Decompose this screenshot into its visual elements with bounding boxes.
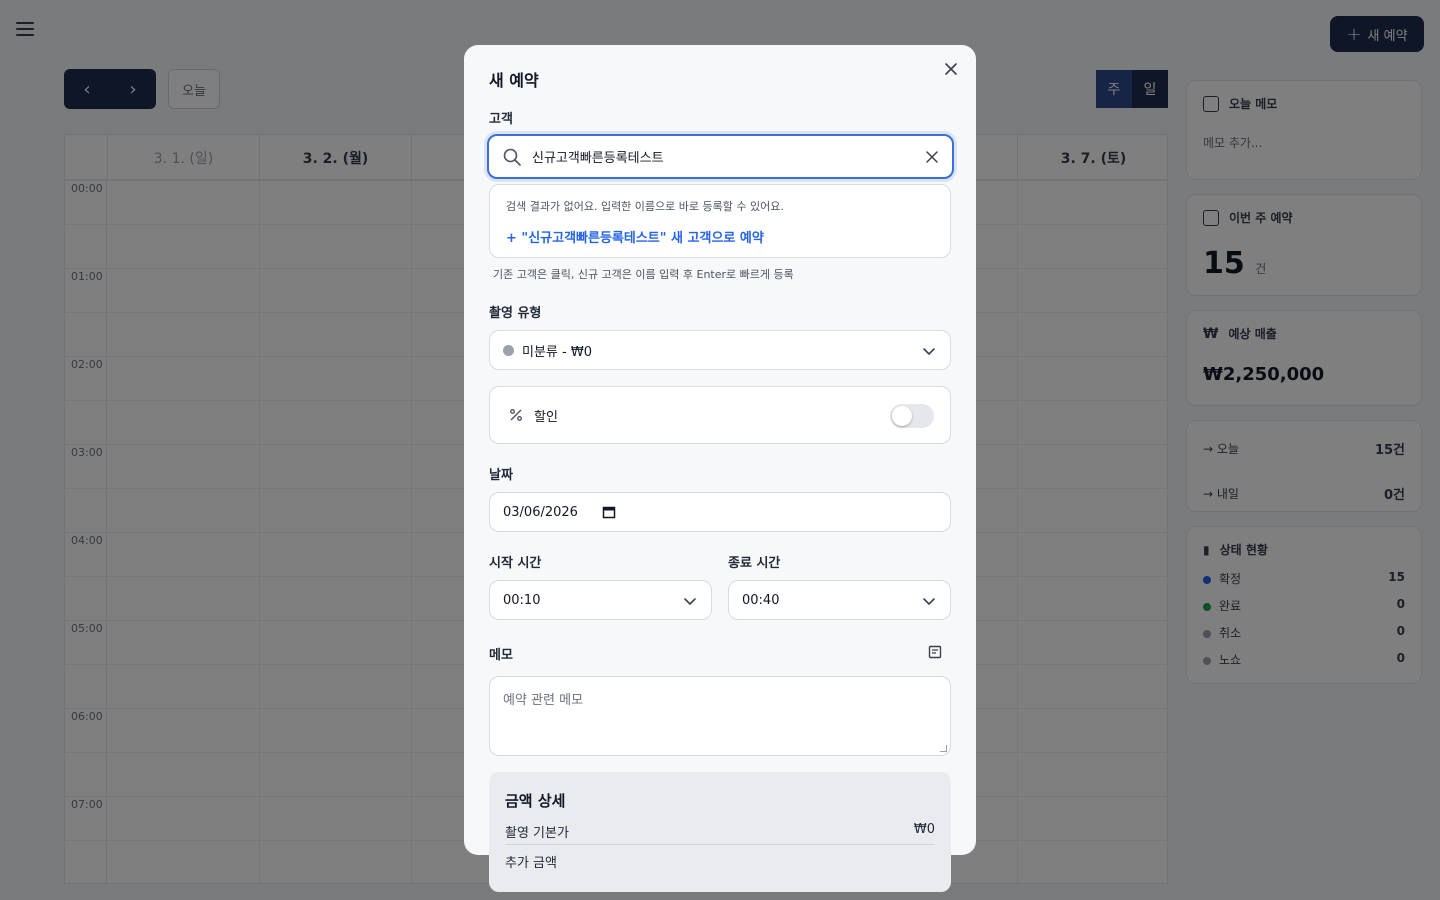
shoot-type-label: 촬영 유형 [489,306,542,321]
modal-title: 새 예약 [489,71,539,90]
discount-toggle[interactable] [890,404,934,428]
start-time-value: 00:10 [503,592,541,608]
search-hint: 기존 고객은 클릭, 신규 고객은 이름 입력 후 Enter로 빠르게 등록 [493,268,794,281]
clear-icon[interactable] [926,151,938,163]
modal-bottom-edge [464,855,976,900]
end-time-label: 종료 시간 [728,556,781,571]
chevron-down-icon [923,598,935,606]
date-label: 날짜 [489,468,513,483]
close-icon[interactable] [944,62,958,76]
date-value: 03/06/2026 [503,504,578,520]
toggle-knob [892,406,912,426]
start-time-label: 시작 시간 [489,556,542,571]
shoot-type-select[interactable]: 미분류 - ₩0 [489,330,951,370]
memo-placeholder: 예약 관련 메모 [503,693,584,708]
divider [505,844,935,845]
end-time-select[interactable]: 00:40 [728,580,951,620]
discount-row: 할인 [489,386,951,444]
discount-label: 할인 [534,409,558,425]
amount-base-row: 촬영 기본가 ₩0 [505,822,935,841]
customer-label: 고객 [489,112,513,127]
resize-handle-icon[interactable] [940,745,947,752]
search-icon [503,148,521,166]
shoot-type-value: 미분류 - ₩0 [522,344,592,360]
customer-search-input[interactable] [532,149,912,164]
amount-title: 금액 상세 [505,792,566,810]
chevron-down-icon [923,348,935,356]
no-results-text: 검색 결과가 없어요. 입력한 이름으로 바로 등록할 수 있어요. [506,200,784,213]
percent-icon [510,409,522,421]
customer-search[interactable] [487,134,954,179]
create-new-customer-option[interactable]: + "신규고객빠른등록테스트" 새 고객으로 예약 [506,227,764,246]
amount-base-label: 촬영 기본가 [505,826,569,841]
type-color-dot [503,344,514,356]
end-time-value: 00:40 [742,592,780,608]
calendar-picker-icon[interactable] [602,505,616,519]
amount-base-value: ₩0 [913,822,935,837]
start-time-select[interactable]: 00:10 [489,580,712,620]
chevron-down-icon [684,598,696,606]
memo-template-icon[interactable] [928,645,942,659]
memo-textarea[interactable]: 예약 관련 메모 [489,676,951,756]
search-results-dropdown: 검색 결과가 없어요. 입력한 이름으로 바로 등록할 수 있어요. + "신규… [489,184,951,258]
memo-label: 메모 [489,648,513,663]
date-input[interactable]: 03/06/2026 [489,492,951,532]
